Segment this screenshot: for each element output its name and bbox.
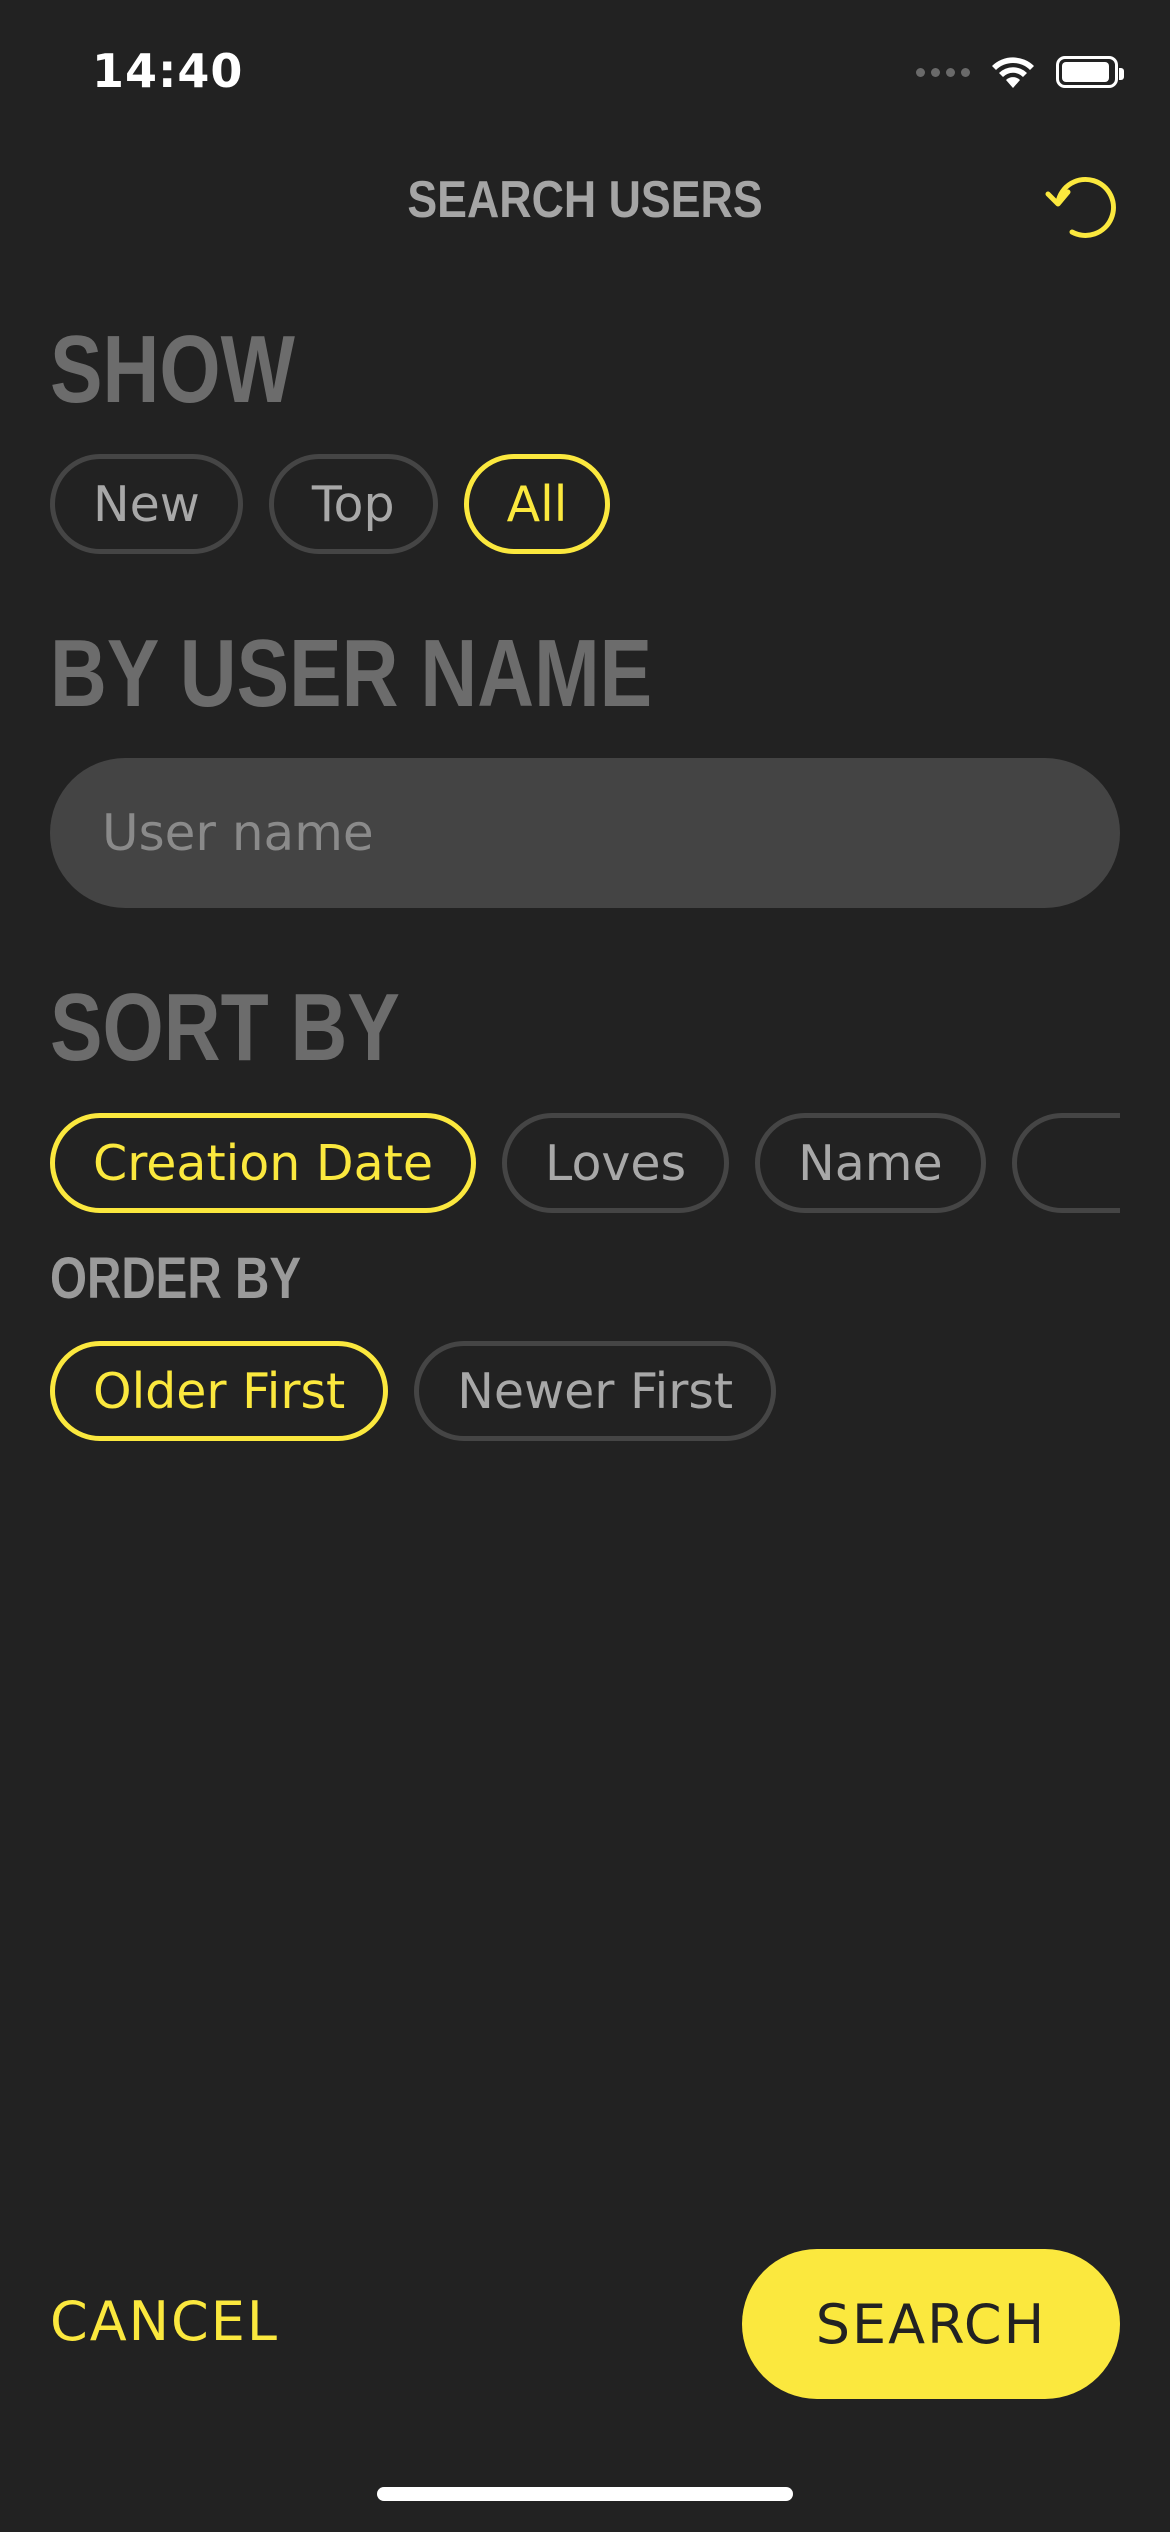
show-options: New Top All [50,454,611,554]
order-option-older-first[interactable]: Older First [50,1341,389,1441]
username-heading: BY USER NAME [50,620,653,727]
sort-option-more[interactable] [1011,1113,1120,1213]
order-options: Older First Newer First [50,1341,777,1441]
search-button[interactable]: SEARCH [742,2249,1120,2399]
sort-options-scroller[interactable]: Creation Date Loves Name [50,1113,1120,1213]
sort-heading: SORT BY [50,974,400,1081]
reset-button[interactable] [1040,168,1120,248]
wifi-icon [992,57,1034,88]
status-time: 14:40 [92,44,244,98]
status-icons [916,52,1124,92]
reset-icon [1045,176,1116,238]
show-option-new[interactable]: New [50,454,243,554]
sort-option-name[interactable]: Name [755,1113,986,1213]
order-heading: ORDER BY [50,1246,302,1311]
cancel-button[interactable]: CANCEL [50,2290,279,2353]
page-title: SEARCH USERS [407,171,763,229]
show-heading: SHOW [50,316,295,423]
order-option-newer-first[interactable]: Newer First [414,1341,777,1441]
battery-icon [1056,56,1124,88]
show-option-top[interactable]: Top [268,454,438,554]
sort-options: Creation Date Loves Name [50,1113,1120,1213]
home-indicator [377,2487,793,2501]
username-input[interactable] [50,758,1120,908]
sort-option-loves[interactable]: Loves [502,1113,730,1213]
signal-icon [916,67,970,77]
sort-option-creation-date[interactable]: Creation Date [50,1113,477,1213]
show-option-all[interactable]: All [463,454,611,554]
